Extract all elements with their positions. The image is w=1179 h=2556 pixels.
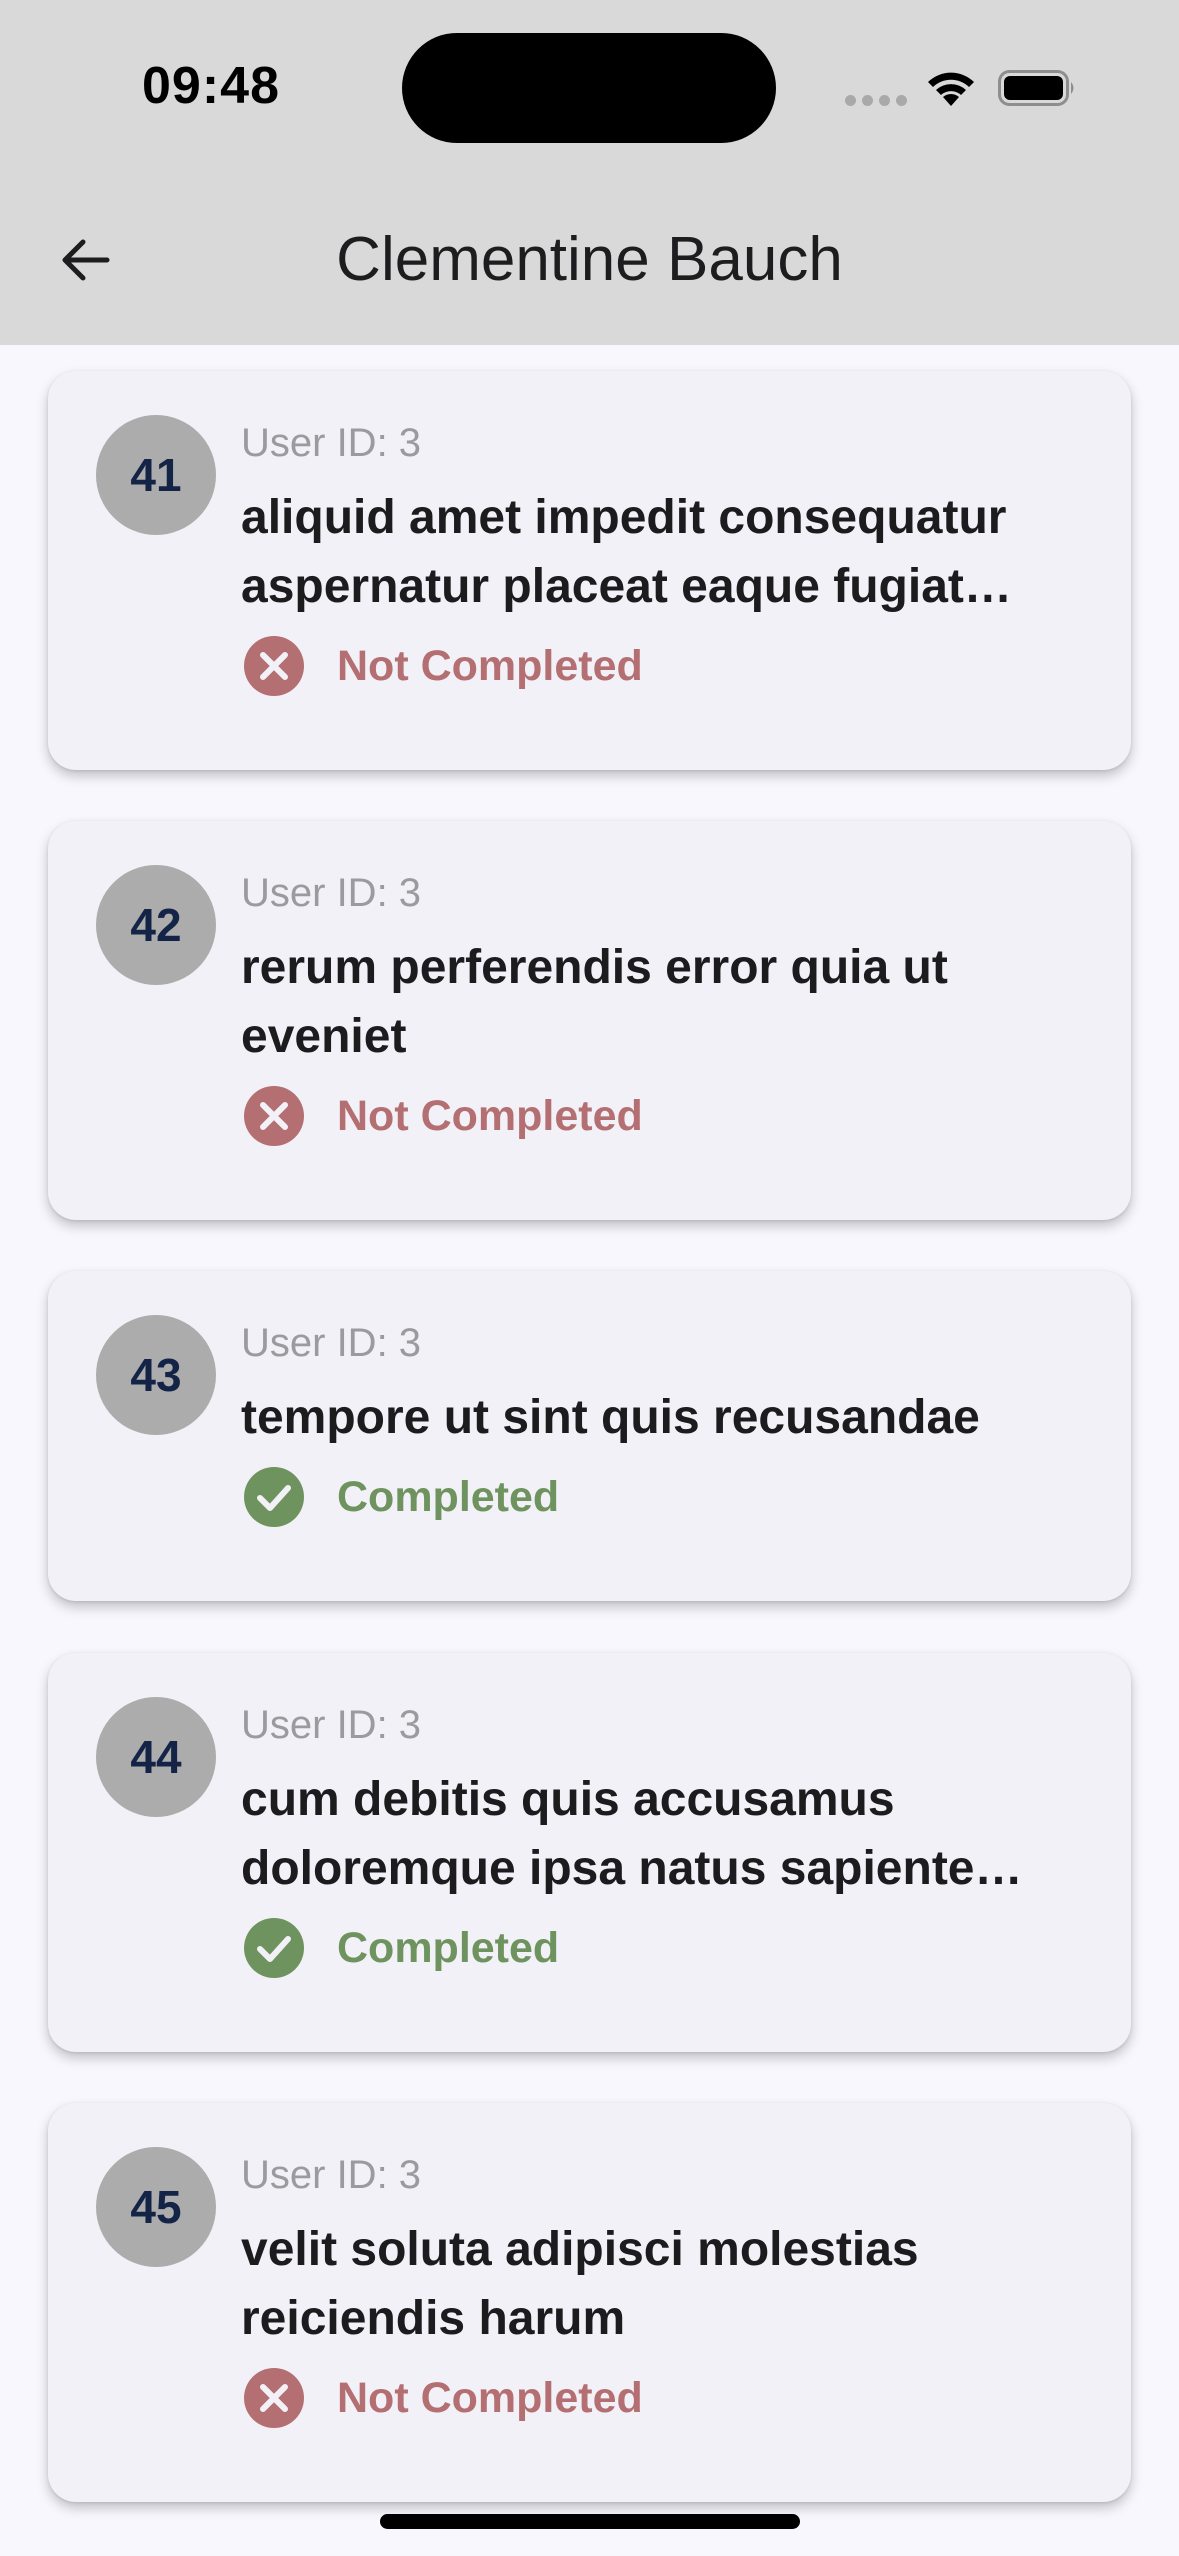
check-icon bbox=[244, 1467, 304, 1527]
status-label: Completed bbox=[337, 1472, 560, 1521]
home-indicator bbox=[380, 2514, 800, 2529]
todo-title: tempore ut sint quis recusandae bbox=[241, 1391, 980, 1444]
status-label: Not Completed bbox=[337, 2373, 643, 2422]
status-label: Not Completed bbox=[337, 1091, 643, 1140]
todo-id-avatar: 44 bbox=[96, 1697, 216, 1817]
todo-card-45[interactable]: 45 User ID: 3 velit soluta adipisci mole… bbox=[48, 2103, 1131, 2502]
user-id-label: User ID: 3 bbox=[241, 871, 422, 915]
todo-card-41[interactable]: 41 User ID: 3 aliquid amet impedit conse… bbox=[48, 371, 1131, 770]
battery-icon bbox=[998, 70, 1074, 106]
todo-title: aliquid amet impedit consequatur asperna… bbox=[241, 491, 1007, 613]
todo-card-44[interactable]: 44 User ID: 3 cum debitis quis accusamus… bbox=[48, 1653, 1131, 2052]
todo-id-avatar: 42 bbox=[96, 865, 216, 985]
user-id-label: User ID: 3 bbox=[241, 2153, 422, 2197]
status-badge: Not Completed bbox=[241, 1085, 1085, 1147]
status-label: Not Completed bbox=[337, 641, 643, 690]
check-icon bbox=[244, 1918, 304, 1978]
todo-card-42[interactable]: 42 User ID: 3 rerum perferendis error qu… bbox=[48, 821, 1131, 1220]
page-title: Clementine Bauch bbox=[336, 225, 843, 294]
cancel-icon bbox=[244, 636, 304, 696]
todo-id-avatar: 43 bbox=[96, 1315, 216, 1435]
status-time: 09:48 bbox=[142, 57, 280, 115]
wifi-icon bbox=[928, 72, 974, 106]
user-id-label: User ID: 3 bbox=[241, 1321, 422, 1365]
todo-title: velit soluta adipisci molestias reiciend… bbox=[241, 2223, 919, 2345]
cancel-icon bbox=[244, 2368, 304, 2428]
todo-card-43[interactable]: 43 User ID: 3 tempore ut sint quis recus… bbox=[48, 1271, 1131, 1601]
dynamic-island bbox=[402, 33, 776, 143]
todo-title: rerum perferendis error quia ut eveniet bbox=[241, 941, 948, 1063]
todo-id-avatar: 41 bbox=[96, 415, 216, 535]
cancel-icon bbox=[244, 1086, 304, 1146]
status-badge: Not Completed bbox=[241, 635, 1085, 697]
status-badge: Completed bbox=[241, 1917, 1085, 1979]
status-badge: Not Completed bbox=[241, 2367, 1085, 2429]
app-bar: 09:48 Clementine Bauch bbox=[0, 0, 1179, 345]
todo-title: cum debitis quis accusamus doloremque ip… bbox=[241, 1773, 975, 1895]
status-badge: Completed bbox=[241, 1466, 1085, 1528]
user-id-label: User ID: 3 bbox=[241, 421, 422, 465]
todo-id-avatar: 45 bbox=[96, 2147, 216, 2267]
user-id-label: User ID: 3 bbox=[241, 1703, 422, 1747]
cellular-signal-icon bbox=[845, 95, 907, 106]
status-label: Completed bbox=[337, 1923, 560, 1972]
